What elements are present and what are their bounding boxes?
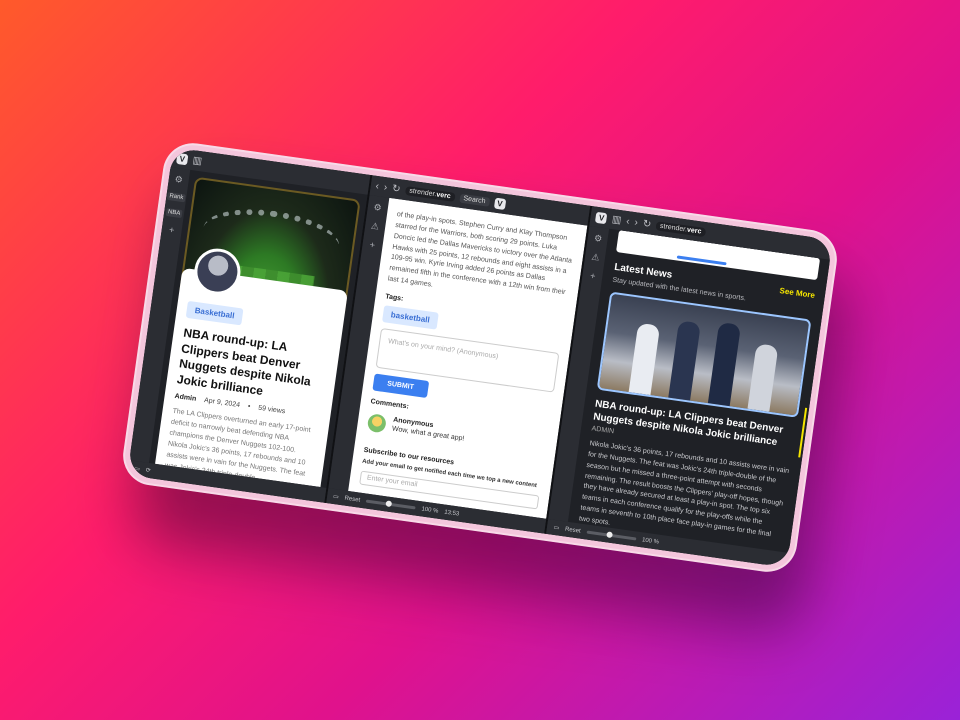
back-icon[interactable]: ‹ (375, 180, 380, 191)
news-page: Latest News See More Stay updated with t… (568, 228, 831, 553)
panel-toggle-icon[interactable]: ▭ (553, 524, 560, 532)
reset-button[interactable]: Reset (565, 526, 581, 534)
panel-toggle-icon[interactable]: ▭ (333, 493, 340, 501)
add-panel-icon[interactable]: + (590, 271, 597, 282)
commenter-avatar (366, 412, 387, 434)
address-bar[interactable]: strender.verc (655, 220, 706, 237)
reset-button[interactable]: Reset (344, 495, 360, 503)
back-icon[interactable]: ‹ (626, 216, 631, 227)
search-tab[interactable]: Search (458, 193, 491, 207)
address-bar[interactable]: strender.verc (404, 185, 456, 202)
warning-icon[interactable]: ⚠ (591, 252, 600, 264)
bullet: • (247, 403, 251, 411)
reload-icon[interactable]: ↻ (642, 218, 652, 230)
sync-icon[interactable]: ⟳ (145, 467, 151, 475)
author: Admin (174, 393, 197, 404)
see-more-link[interactable]: See More (779, 286, 815, 300)
tabs-panel-icon[interactable]: ▥ (611, 214, 622, 226)
tag-basketball[interactable]: basketball (381, 305, 439, 330)
submit-button[interactable]: SUBMIT (372, 373, 429, 398)
settings-icon[interactable]: ⚙ (174, 174, 183, 186)
browser-window-2: ‹ › ↻ strender.verc Search V ⚙ ⚠ + of th… (326, 175, 593, 534)
views: 59 views (257, 405, 286, 416)
tabs-panel-icon[interactable]: ▥ (192, 155, 203, 167)
zoom-level: 100 % (641, 536, 660, 546)
panel-toggle-icon[interactable]: ▭ (134, 465, 141, 473)
article-body: of the play-in spots. Stephen Curry and … (387, 211, 573, 297)
forward-icon[interactable]: › (634, 217, 639, 228)
clock: 13:53 (443, 509, 460, 518)
player-figure (629, 322, 661, 396)
sidebar-item-nba[interactable]: NBA (165, 207, 183, 219)
player-figure (747, 343, 779, 412)
vivaldi-logo-icon[interactable]: V (176, 152, 189, 165)
date: Apr 9, 2024 (203, 397, 241, 410)
article-page: of the play-in spots. Stephen Curry and … (347, 197, 588, 519)
zoom-slider[interactable] (586, 530, 637, 541)
vivaldi-logo-icon[interactable]: V (493, 197, 507, 210)
browser-window-3: V ▥ ‹ › ↻ strender.verc ⚙ ⚠ + Latest New… (546, 206, 833, 568)
player-figure (668, 320, 702, 401)
warning-icon[interactable]: ⚠ (370, 221, 379, 233)
forward-icon[interactable]: › (383, 182, 388, 193)
reload-icon[interactable]: ↻ (391, 183, 401, 195)
zoom-level: 100 % (421, 505, 439, 515)
settings-icon[interactable]: ⚙ (373, 202, 382, 214)
sidebar-item-rank[interactable]: Rank (166, 191, 186, 203)
category-tag[interactable]: Basketball (185, 300, 244, 326)
scroll-indicator[interactable] (798, 407, 808, 458)
article-card: Basketball NBA round-up: LA Clippers bea… (153, 245, 348, 488)
article-title[interactable]: NBA round-up: LA Clippers beat Denver Nu… (176, 326, 330, 408)
player-figure (708, 322, 742, 407)
vivaldi-logo-icon[interactable]: V (595, 211, 608, 224)
add-panel-icon[interactable]: + (168, 225, 175, 236)
settings-icon[interactable]: ⚙ (593, 233, 603, 245)
news-photo (597, 291, 812, 418)
zoom-slider[interactable] (365, 499, 416, 510)
add-panel-icon[interactable]: + (369, 240, 376, 251)
